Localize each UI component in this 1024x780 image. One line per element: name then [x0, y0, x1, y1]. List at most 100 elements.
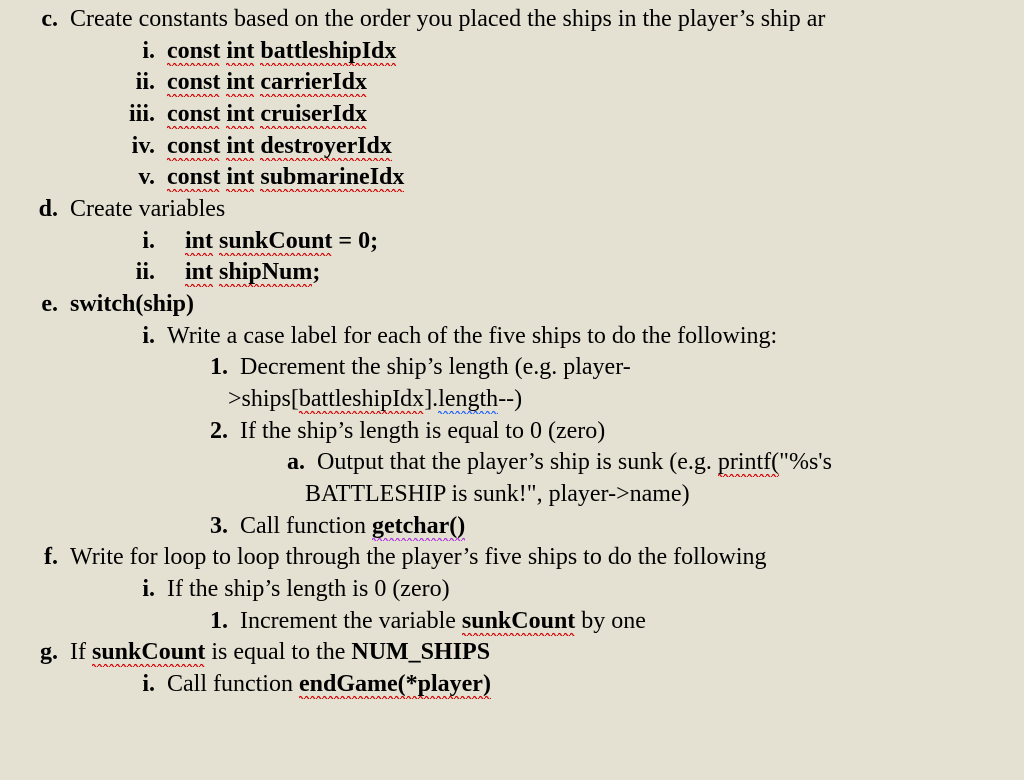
text-e-i-2-a-line2: BATTLESHIP is sunk!", player->name) [305, 479, 690, 511]
item-c-iv: iv. const int destroyerIdx [0, 131, 1024, 163]
marker-d: d. [0, 194, 70, 226]
item-e-i-2: 2. If the ship’s length is equal to 0 (z… [0, 416, 1024, 448]
code-frag: ]. [424, 386, 438, 412]
document-page: c. Create constants based on the order y… [0, 0, 1024, 701]
marker-e-i: i. [0, 321, 167, 353]
text-d: Create variables [70, 194, 225, 226]
ident-shipNum: shipNum [219, 259, 312, 287]
text-frag: Output that the player’s ship is sunk (e… [317, 449, 718, 475]
text-frag: If [70, 639, 92, 665]
text-frag: is equal to the [205, 639, 351, 665]
kw-const: const [167, 101, 220, 129]
item-e-i-3: 3. Call function getchar() [0, 511, 1024, 543]
text-frag: Call function [240, 513, 372, 539]
item-f: f. Write for loop to loop through the pl… [0, 542, 1024, 574]
ident-sunkCount: sunkCount [219, 228, 332, 256]
call-endGame: endGame(*player) [299, 671, 491, 699]
item-c-v: v. const int submarineIdx [0, 162, 1024, 194]
item-e-i-2-a: a. Output that the player’s ship is sunk… [0, 447, 1024, 479]
item-c-ii: ii. const int carrierIdx [0, 67, 1024, 99]
item-e-i: i. Write a case label for each of the fi… [0, 321, 1024, 353]
item-f-i-1: 1. Increment the variable sunkCount by o… [0, 606, 1024, 638]
const-decl: const int cruiserIdx [167, 99, 367, 131]
var-decl: int shipNum; [167, 257, 320, 289]
ident-cruiserIdx: cruiserIdx [260, 101, 367, 129]
marker-e-i-1: 1. [0, 352, 240, 384]
text-c: Create constants based on the order you … [70, 4, 825, 36]
item-d-i: i. int sunkCount = 0; [0, 226, 1024, 258]
ident-length: length [438, 386, 498, 414]
const-decl: const int battleshipIdx [167, 36, 396, 68]
kw-int: int [226, 133, 254, 161]
item-d-ii: ii. int shipNum; [0, 257, 1024, 289]
text-e-i-3: Call function getchar() [240, 511, 465, 543]
const-decl: const int submarineIdx [167, 162, 404, 194]
text-frag: Increment the variable [240, 608, 462, 634]
marker-g-i: i. [0, 669, 167, 701]
text-e-i-1-line2: >ships[battleshipIdx].length--) [228, 384, 522, 416]
const-decl: const int destroyerIdx [167, 131, 392, 163]
text-frag: Call function [167, 671, 299, 697]
code-frag: >ships[ [228, 386, 299, 412]
item-e-i-1: 1. Decrement the ship’s length (e.g. pla… [0, 352, 1024, 384]
kw-int: int [185, 259, 213, 287]
item-c-iii: iii. const int cruiserIdx [0, 99, 1024, 131]
marker-d-i: i. [0, 226, 167, 258]
marker-e-i-2-a: a. [0, 447, 317, 479]
text-frag: by one [575, 608, 646, 634]
kw-int: int [226, 38, 254, 66]
item-e: e. switch(ship) [0, 289, 1024, 321]
item-e-i-1-cont: >ships[battleshipIdx].length--) [0, 384, 1024, 416]
text-g: If sunkCount is equal to the NUM_SHIPS [70, 637, 490, 669]
item-g: g. If sunkCount is equal to the NUM_SHIP… [0, 637, 1024, 669]
marker-c-ii: ii. [0, 67, 167, 99]
item-f-i: i. If the ship’s length is 0 (zero) [0, 574, 1024, 606]
marker-e: e. [0, 289, 70, 321]
ident-submarineIdx: submarineIdx [260, 164, 404, 192]
call-getchar: getchar() [372, 513, 465, 541]
item-g-i: i. Call function endGame(*player) [0, 669, 1024, 701]
decl-rest: ; [312, 259, 320, 285]
ident-sunkCount: sunkCount [462, 608, 575, 636]
marker-c-iv: iv. [0, 131, 167, 163]
text-e-i: Write a case label for each of the five … [167, 321, 777, 353]
kw-const: const [167, 133, 220, 161]
text-e-i-2: If the ship’s length is equal to 0 (zero… [240, 416, 605, 448]
decl-rest: = 0; [332, 228, 378, 254]
call-printf: printf( [718, 449, 779, 477]
item-c: c. Create constants based on the order y… [0, 4, 1024, 36]
ident-carrierIdx: carrierIdx [260, 69, 367, 97]
code-frag: --) [498, 386, 522, 412]
marker-c-v: v. [0, 162, 167, 194]
code-frag: "%s's [779, 449, 832, 475]
ident-battleshipIdx: battleshipIdx [260, 38, 396, 66]
marker-g: g. [0, 637, 70, 669]
marker-c: c. [0, 4, 70, 36]
ident-destroyerIdx: destroyerIdx [260, 133, 392, 161]
marker-e-i-3: 3. [0, 511, 240, 543]
kw-int: int [226, 101, 254, 129]
marker-f: f. [0, 542, 70, 574]
kw-const: const [167, 69, 220, 97]
text-e-i-2-a-line1: Output that the player’s ship is sunk (e… [317, 447, 832, 479]
kw-const: const [167, 164, 220, 192]
marker-f-i: i. [0, 574, 167, 606]
switch-stmt: switch(ship) [70, 289, 194, 321]
item-c-i: i. const int battleshipIdx [0, 36, 1024, 68]
text-f-i: If the ship’s length is 0 (zero) [167, 574, 450, 606]
marker-c-iii: iii. [0, 99, 167, 131]
var-decl: int sunkCount = 0; [167, 226, 378, 258]
marker-c-i: i. [0, 36, 167, 68]
const-NUM_SHIPS: NUM_SHIPS [351, 639, 490, 665]
kw-int: int [185, 228, 213, 256]
kw-int: int [226, 164, 254, 192]
const-decl: const int carrierIdx [167, 67, 367, 99]
text-e-i-1-line1: Decrement the ship’s length (e.g. player… [240, 352, 631, 384]
marker-d-ii: ii. [0, 257, 167, 289]
item-e-i-2-a-cont: BATTLESHIP is sunk!", player->name) [0, 479, 1024, 511]
ident-battleshipIdx: battleshipIdx [299, 386, 424, 414]
item-d: d. Create variables [0, 194, 1024, 226]
marker-f-i-1: 1. [0, 606, 240, 638]
ident-sunkCount: sunkCount [92, 639, 205, 667]
text-f: Write for loop to loop through the playe… [70, 542, 766, 574]
